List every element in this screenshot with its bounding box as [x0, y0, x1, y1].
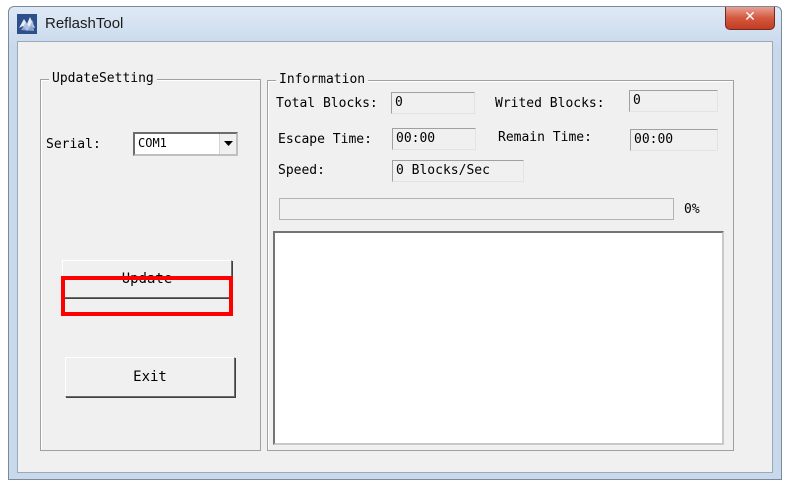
chevron-down-icon[interactable] [219, 134, 236, 154]
writed-blocks-field: 0 [629, 90, 718, 112]
update-setting-label: UpdateSetting [49, 71, 157, 86]
escape-time-label: Escape Time: [278, 132, 372, 147]
serial-select-value: COM1 [138, 136, 167, 150]
information-label: Information [276, 72, 369, 87]
serial-select[interactable]: COM1 [133, 132, 238, 156]
close-button[interactable]: ✕ [725, 7, 775, 30]
title-bar[interactable]: ReflashTool ✕ [9, 7, 781, 41]
speed-field: 0 Blocks/Sec [392, 160, 524, 182]
total-blocks-label: Total Blocks: [276, 96, 378, 111]
writed-blocks-label: Writed Blocks: [495, 96, 605, 111]
remain-time-label: Remain Time: [498, 130, 592, 145]
app-icon [17, 14, 37, 34]
remain-time-field: 00:00 [630, 129, 718, 151]
exit-button[interactable]: Exit [65, 357, 235, 397]
exit-button-label: Exit [133, 369, 167, 385]
log-listbox[interactable] [273, 231, 724, 445]
progress-percent: 0% [684, 202, 700, 217]
window-title: ReflashTool [45, 15, 124, 32]
close-icon: ✕ [744, 9, 756, 25]
total-blocks-field: 0 [391, 92, 475, 114]
escape-time-field: 00:00 [392, 128, 476, 150]
highlight-box [61, 276, 233, 316]
serial-label: Serial: [46, 137, 101, 152]
reflash-tool-window: ReflashTool ✕ UpdateSetting Serial: COM1… [8, 6, 782, 480]
progress-bar [279, 198, 674, 220]
speed-label: Speed: [278, 163, 325, 178]
client-area: UpdateSetting Serial: COM1 Update Exit I… [17, 41, 773, 473]
